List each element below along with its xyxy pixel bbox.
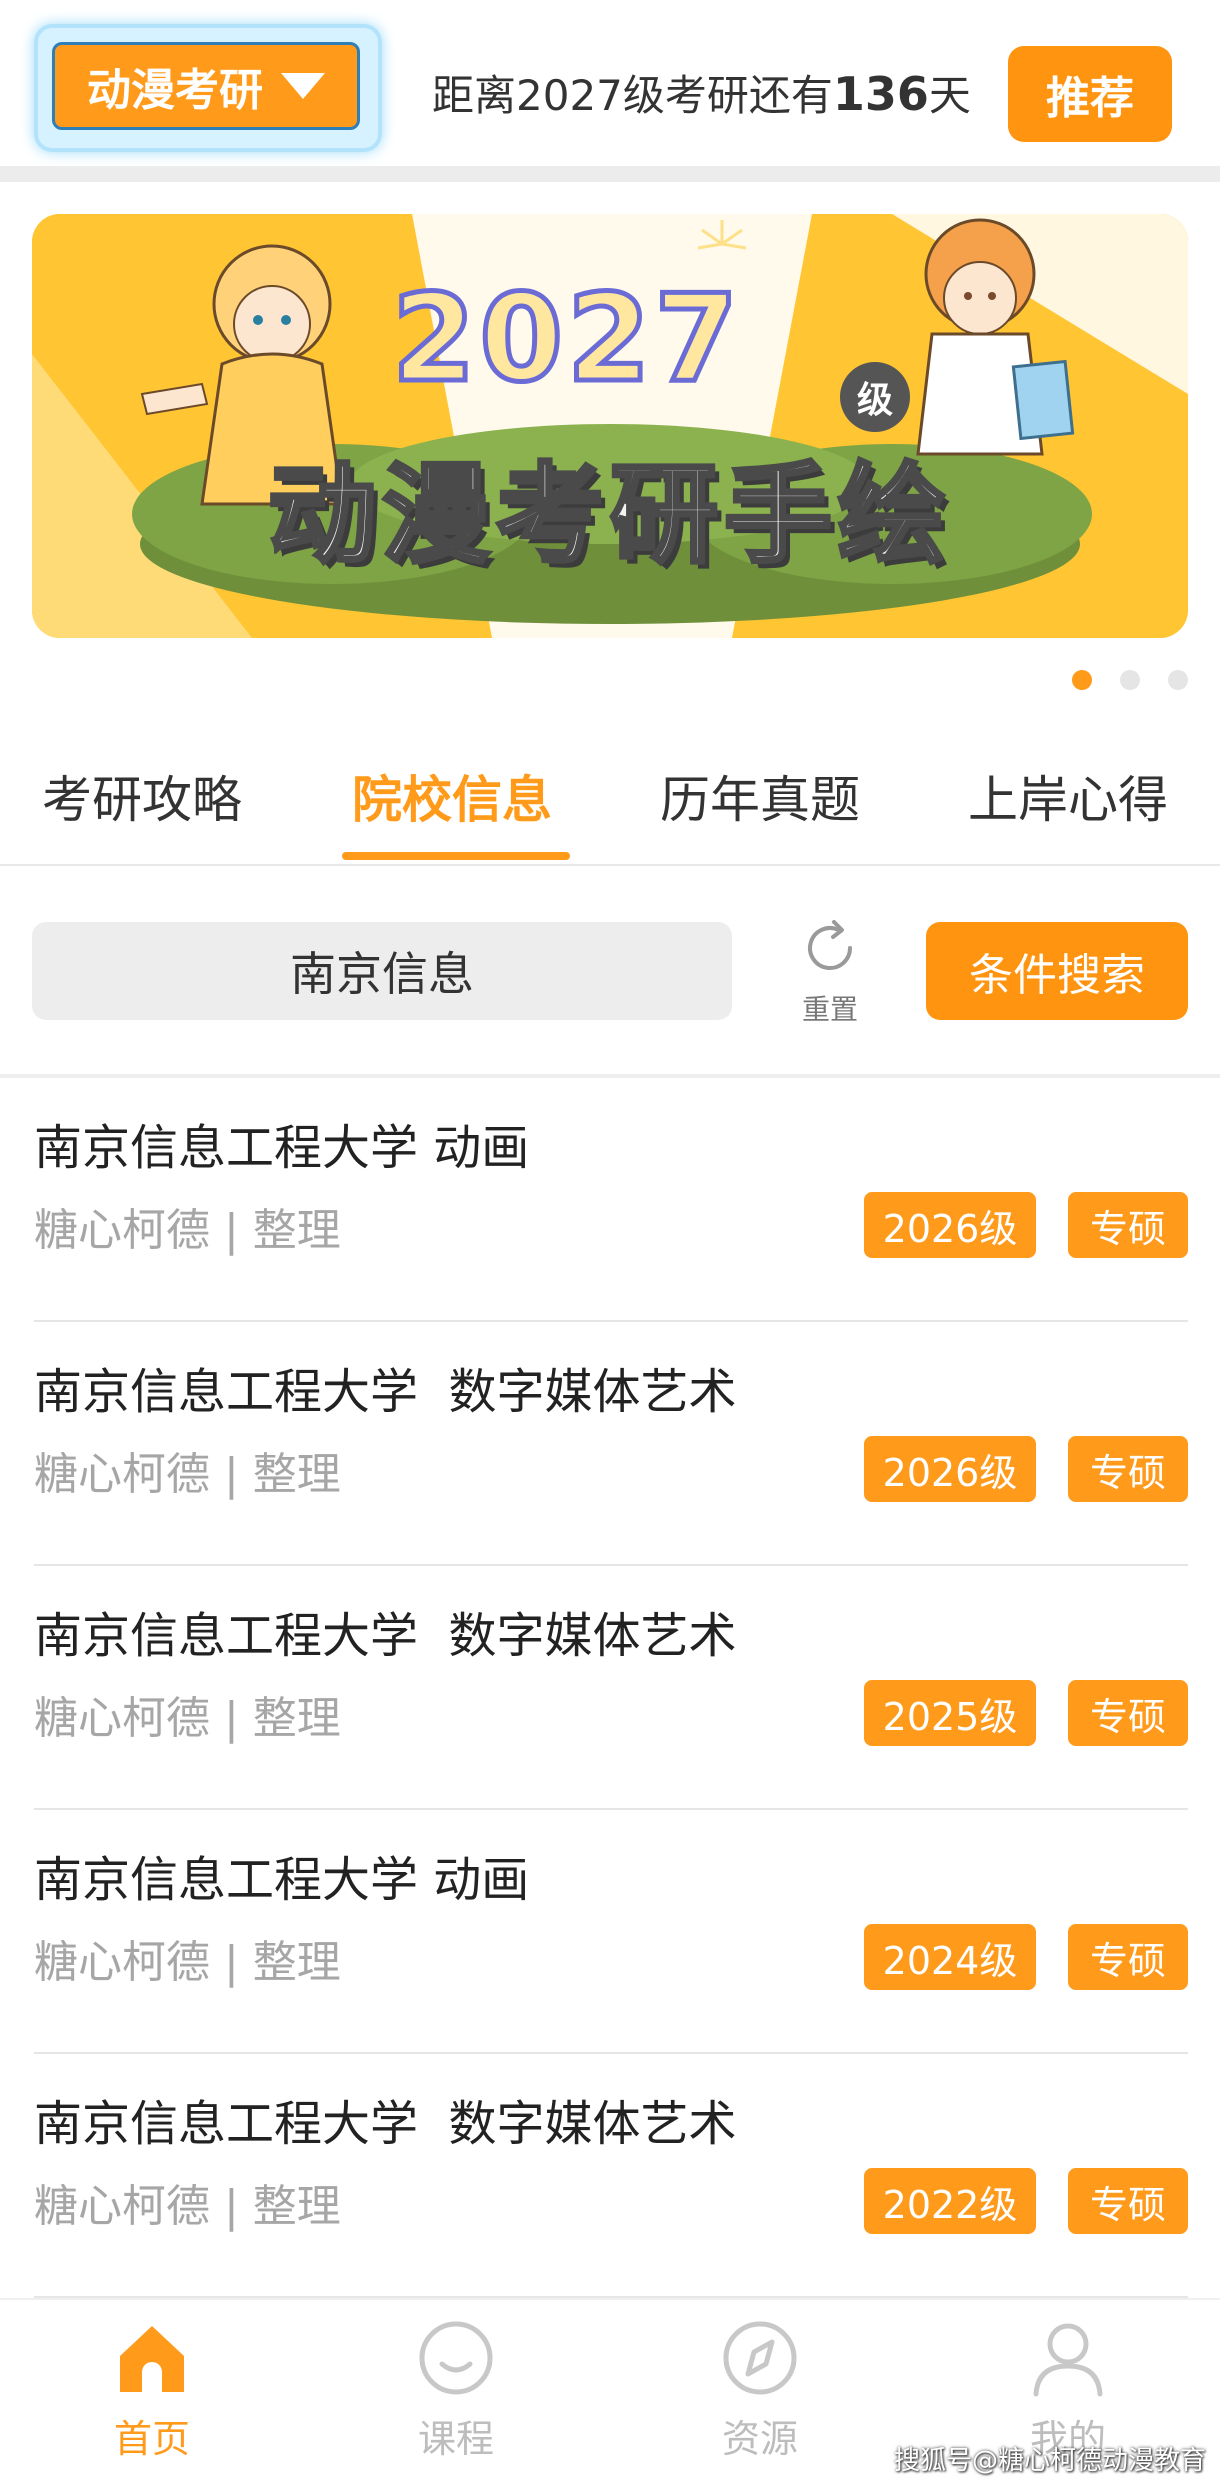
watermark-text: 搜狐号@糖心柯德动漫教育 [893, 2446, 1206, 2476]
item-meta: 糖心柯德 | 整理 [34, 2181, 341, 2232]
caret-down-icon [281, 73, 325, 99]
degree-type-badge: 专硕 [1068, 1924, 1188, 1990]
reset-button[interactable]: 重置 [790, 916, 870, 1028]
item-meta: 糖心柯德 | 整理 [34, 1449, 341, 1500]
refresh-icon [808, 920, 852, 970]
exam-countdown: 距离2027级考研还有136天 [432, 62, 971, 123]
year-badge: 2022级 [864, 2168, 1036, 2234]
banner-year-text: 2027 [390, 268, 742, 412]
list-item[interactable]: 南京信息工程大学 动画 糖心柯德 | 整理 2026级 专硕 [0, 1078, 1220, 1322]
item-title: 南京信息工程大学 数字媒体艺术 [34, 1608, 737, 1664]
category-tabs: 考研攻略 院校信息 历年真题 上岸心得 [0, 740, 1220, 866]
top-header: 动漫考研 距离2027级考研还有136天 推荐 [0, 0, 1220, 168]
smile-icon [419, 2321, 493, 2395]
list-item[interactable]: 南京信息工程大学 数字媒体艺术 糖心柯德 | 整理 2026级 专硕 [0, 1322, 1220, 1566]
active-tab-underline [342, 852, 570, 860]
nav-resources[interactable]: 资源 [660, 2318, 860, 2463]
year-badge: 2025级 [864, 1680, 1036, 1746]
condition-search-button[interactable]: 条件搜索 [926, 922, 1188, 1020]
recommend-button[interactable]: 推荐 [1008, 46, 1172, 142]
year-badge: 2026级 [864, 1192, 1036, 1258]
user-icon [1033, 2323, 1103, 2397]
countdown-days: 136 [832, 67, 929, 121]
list-item[interactable]: 南京信息工程大学 数字媒体艺术 糖心柯德 | 整理 2025级 专硕 [0, 1566, 1220, 1810]
carousel-dot-2[interactable] [1120, 670, 1140, 690]
item-meta: 糖心柯德 | 整理 [34, 1937, 341, 1988]
carousel-dot-3[interactable] [1168, 670, 1188, 690]
list-item[interactable]: 南京信息工程大学 动画 糖心柯德 | 整理 2024级 专硕 [0, 1810, 1220, 2054]
degree-type-badge: 专硕 [1068, 1436, 1188, 1502]
search-input[interactable]: 南京信息 [32, 922, 732, 1020]
category-label: 动漫考研 [87, 65, 263, 116]
banner-title-text: 动漫考研手绘 [266, 451, 952, 580]
nav-courses[interactable]: 课程 [356, 2318, 556, 2463]
countdown-suffix: 天 [928, 71, 971, 120]
compass-icon [723, 2321, 797, 2395]
item-title: 南京信息工程大学 动画 [34, 1852, 530, 1908]
nav-home[interactable]: 首页 [52, 2318, 252, 2463]
degree-type-badge: 专硕 [1068, 2168, 1188, 2234]
item-title: 南京信息工程大学 数字媒体艺术 [34, 2096, 737, 2152]
nav-resources-label: 资源 [721, 2417, 798, 2461]
nav-courses-label: 课程 [417, 2417, 494, 2461]
home-icon [120, 2326, 184, 2392]
school-info-list: 南京信息工程大学 动画 糖心柯德 | 整理 2026级 专硕 南京信息工程大学 … [0, 1078, 1220, 2298]
year-badge: 2024级 [864, 1924, 1036, 1990]
list-item[interactable]: 南京信息工程大学 数字媒体艺术 糖心柯德 | 整理 2022级 专硕 [0, 2054, 1220, 2298]
tab-exam-guide[interactable]: 考研攻略 [42, 760, 242, 832]
tab-school-info[interactable]: 院校信息 [352, 760, 552, 832]
tab-past-papers[interactable]: 历年真题 [660, 760, 860, 832]
reset-label: 重置 [801, 993, 858, 1026]
banner-level-badge: 级 [840, 362, 910, 432]
category-dropdown-button[interactable]: 动漫考研 [52, 42, 360, 130]
item-title: 南京信息工程大学 动画 [34, 1120, 530, 1176]
tab-success-stories[interactable]: 上岸心得 [968, 760, 1168, 832]
header-divider [0, 166, 1220, 182]
year-badge: 2026级 [864, 1436, 1036, 1502]
item-title: 南京信息工程大学 数字媒体艺术 [34, 1364, 737, 1420]
brand-frame: 动漫考研 [38, 28, 378, 148]
degree-type-badge: 专硕 [1068, 1680, 1188, 1746]
promo-banner[interactable]: 2027 级 动漫考研手绘 [32, 214, 1188, 638]
item-meta: 糖心柯德 | 整理 [34, 1205, 341, 1256]
degree-type-badge: 专硕 [1068, 1192, 1188, 1258]
item-meta: 糖心柯德 | 整理 [34, 1693, 341, 1744]
nav-home-label: 首页 [113, 2417, 190, 2461]
carousel-indicator [1072, 670, 1188, 690]
carousel-dot-1[interactable] [1072, 670, 1092, 690]
countdown-prefix: 距离2027级考研还有 [432, 71, 833, 120]
